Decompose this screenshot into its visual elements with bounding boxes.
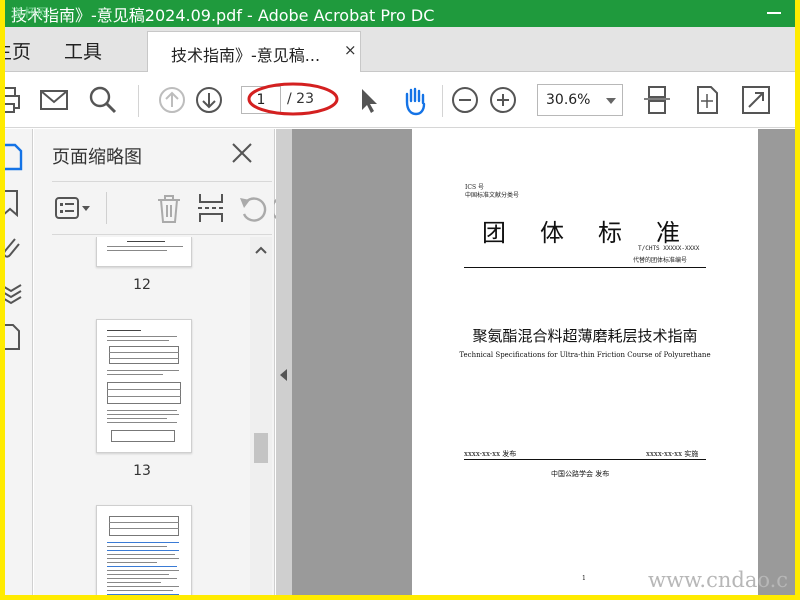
chevron-left-icon[interactable] bbox=[280, 369, 287, 381]
tab-document[interactable]: 技术指南》-意见稿... × bbox=[147, 31, 361, 72]
rotate-left-icon[interactable] bbox=[238, 194, 268, 224]
bookmark-icon[interactable] bbox=[5, 189, 23, 217]
chevron-up-icon[interactable] bbox=[255, 245, 267, 257]
search-icon[interactable] bbox=[87, 84, 119, 116]
tab-tools[interactable]: 工具 bbox=[64, 37, 102, 64]
publisher: 中国公路学会 发布 bbox=[551, 470, 610, 478]
print-icon[interactable] bbox=[5, 84, 25, 116]
thumbnail-page-13[interactable] bbox=[96, 319, 192, 453]
zoom-level-value: 30.6% bbox=[546, 92, 591, 108]
thumbnail-page-14[interactable] bbox=[96, 505, 192, 595]
standard-heading: 团体标准 bbox=[482, 219, 714, 247]
page-thumbnails-panel: 页面缩略图 12 13 bbox=[34, 129, 284, 595]
implementation-date: xxxx-xx-xx 实施 bbox=[646, 450, 699, 458]
standard-code: T/CHTS XXXXX-XXXX bbox=[638, 245, 700, 252]
tab-bar: 主页 工具 技术指南》-意见稿... × bbox=[5, 27, 795, 72]
options-menu-icon[interactable] bbox=[54, 194, 92, 222]
delete-icon[interactable] bbox=[156, 194, 182, 224]
next-page-icon[interactable] bbox=[193, 84, 225, 116]
pdf-page: ICS 号 中国标准文献分类号 团体标准 T/CHTS XXXXX-XXXX 代… bbox=[412, 129, 758, 595]
fit-width-icon[interactable] bbox=[641, 84, 673, 116]
chevron-down-icon bbox=[606, 98, 616, 104]
issue-date: xxxx-xx-xx 发布 bbox=[464, 450, 517, 458]
toolbar-divider bbox=[138, 85, 139, 117]
panel-title: 页面缩略图 bbox=[52, 147, 142, 168]
scrollbar-thumb[interactable] bbox=[254, 433, 268, 463]
title-bar: 技术指南》-意见稿2024.09.pdf - Adobe Acrobat Pro… bbox=[5, 0, 795, 27]
zoom-in-icon[interactable] bbox=[487, 84, 519, 116]
fullscreen-icon[interactable] bbox=[740, 84, 772, 116]
email-icon[interactable] bbox=[38, 84, 70, 116]
toolbar-divider bbox=[442, 85, 443, 117]
toolbar: 1 / 23 30.6% bbox=[5, 72, 795, 128]
side-icon-rail bbox=[5, 129, 33, 595]
fit-page-icon[interactable] bbox=[691, 84, 723, 116]
extract-pages-icon[interactable] bbox=[196, 192, 226, 224]
document-title-cn: 聚氨酯混合料超薄磨耗层技术指南 bbox=[472, 327, 698, 345]
document-icon[interactable] bbox=[5, 323, 23, 351]
thumbnail-page-number: 13 bbox=[133, 463, 151, 479]
document-viewport: ICS 号 中国标准文献分类号 团体标准 T/CHTS XXXXX-XXXX 代… bbox=[276, 129, 795, 595]
header-rule bbox=[464, 267, 706, 268]
classification-label: 中国标准文献分类号 bbox=[465, 192, 520, 199]
thumbnail-page-number: 12 bbox=[133, 277, 151, 293]
zoom-out-icon[interactable] bbox=[449, 84, 481, 116]
hand-icon[interactable] bbox=[399, 84, 431, 116]
page-number: 1 bbox=[582, 575, 586, 582]
document-title-en: Technical Specifications for Ultra-thin … bbox=[459, 351, 711, 359]
attachment-icon[interactable] bbox=[5, 233, 23, 261]
close-tab-icon[interactable]: × bbox=[344, 41, 357, 59]
toolbar-divider bbox=[106, 192, 107, 224]
panel-collapse-handle[interactable] bbox=[276, 129, 292, 595]
tab-home[interactable]: 主页 bbox=[5, 37, 31, 64]
window-title: 技术指南》-意见稿2024.09.pdf - Adobe Acrobat Pro… bbox=[11, 6, 435, 25]
annotation-ellipse bbox=[247, 82, 339, 116]
acrobat-window: 技术指南》-意见稿2024.09.pdf - Adobe Acrobat Pro… bbox=[5, 0, 795, 595]
layers-icon[interactable] bbox=[5, 277, 23, 305]
minimize-icon[interactable] bbox=[767, 12, 781, 14]
watermark-logo: 道杯网 bbox=[11, 6, 51, 20]
watermark-text: www.cndao.c bbox=[648, 568, 789, 592]
thumbnail-toolbar bbox=[52, 181, 284, 235]
thumbnail-list: 12 13 bbox=[34, 237, 250, 595]
replace-note: 代替的团体标准编号 bbox=[633, 257, 688, 264]
select-cursor-icon[interactable] bbox=[353, 84, 385, 116]
thumbnail-scrollbar[interactable] bbox=[250, 237, 272, 595]
zoom-level-select[interactable]: 30.6% bbox=[537, 84, 623, 116]
footer-rule bbox=[464, 459, 706, 460]
thumbnail-page-12[interactable] bbox=[96, 237, 192, 267]
tab-document-label: 技术指南》-意见稿... bbox=[171, 46, 321, 65]
page-thumbnails-icon[interactable] bbox=[5, 143, 23, 171]
prev-page-icon[interactable] bbox=[156, 84, 188, 116]
close-icon[interactable] bbox=[230, 141, 254, 165]
